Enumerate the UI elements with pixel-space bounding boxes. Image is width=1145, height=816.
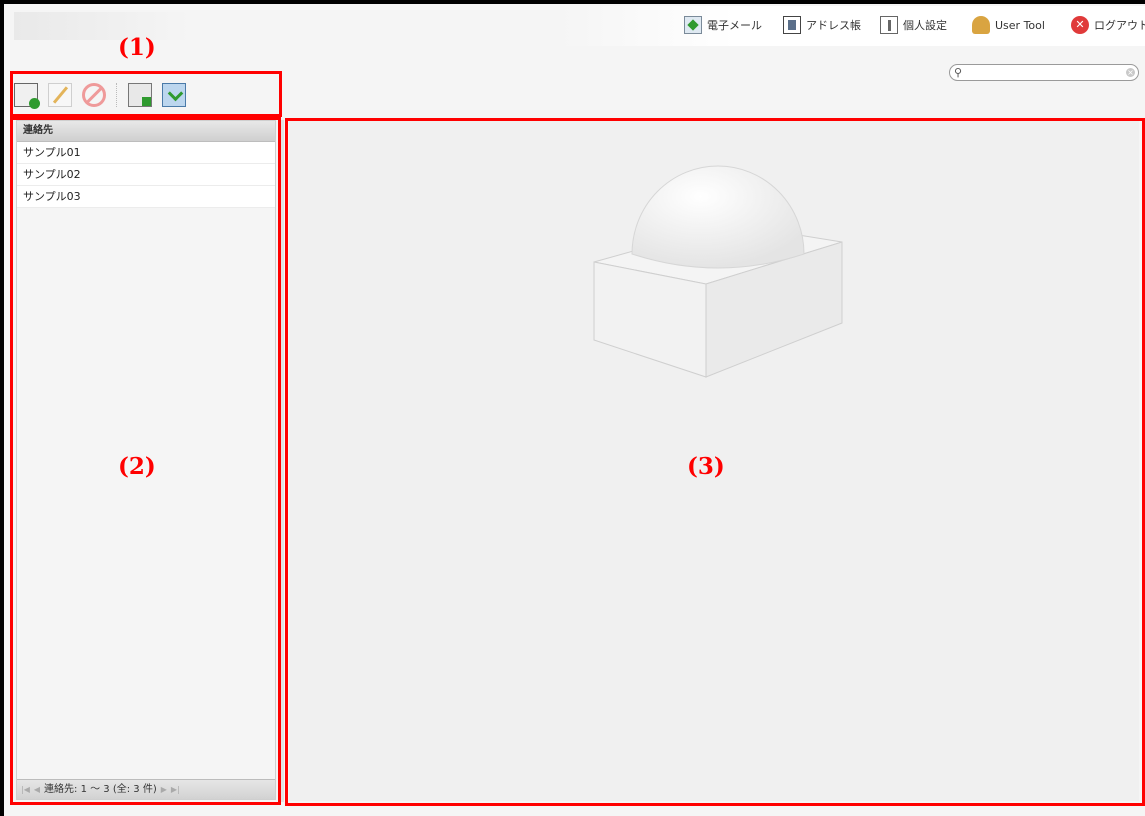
nav-user-tool-label: User Tool bbox=[995, 18, 1045, 32]
search-icon: ⚲ bbox=[954, 66, 963, 79]
nav-user-tool[interactable]: User Tool bbox=[972, 14, 1045, 36]
callout-2: (2) bbox=[118, 453, 156, 480]
search-box[interactable]: ⚲ × bbox=[949, 64, 1139, 81]
logout-icon: ✕ bbox=[1071, 16, 1089, 34]
mail-icon bbox=[684, 16, 702, 34]
nav-email-label: 電子メール bbox=[707, 19, 762, 32]
nav-personal-settings[interactable]: 個人設定 bbox=[880, 14, 947, 36]
search-input[interactable] bbox=[968, 66, 1118, 79]
nav-address-book-label: アドレス帳 bbox=[806, 19, 861, 32]
app-logo bbox=[14, 12, 190, 40]
personal-settings-icon bbox=[880, 16, 898, 34]
nav-logout[interactable]: ✕ ログアウト bbox=[1071, 14, 1145, 36]
nav-address-book[interactable]: アドレス帳 bbox=[783, 14, 861, 36]
highlight-box-1 bbox=[10, 71, 282, 117]
callout-3: (3) bbox=[687, 453, 725, 480]
nav-personal-settings-label: 個人設定 bbox=[903, 19, 947, 32]
callout-1: (1) bbox=[118, 34, 156, 61]
user-tool-icon bbox=[972, 16, 990, 34]
address-book-icon bbox=[783, 16, 801, 34]
clear-search-icon[interactable]: × bbox=[1126, 68, 1135, 77]
nav-email[interactable]: 電子メール bbox=[684, 14, 762, 36]
nav-logout-label: ログアウト bbox=[1094, 19, 1145, 32]
